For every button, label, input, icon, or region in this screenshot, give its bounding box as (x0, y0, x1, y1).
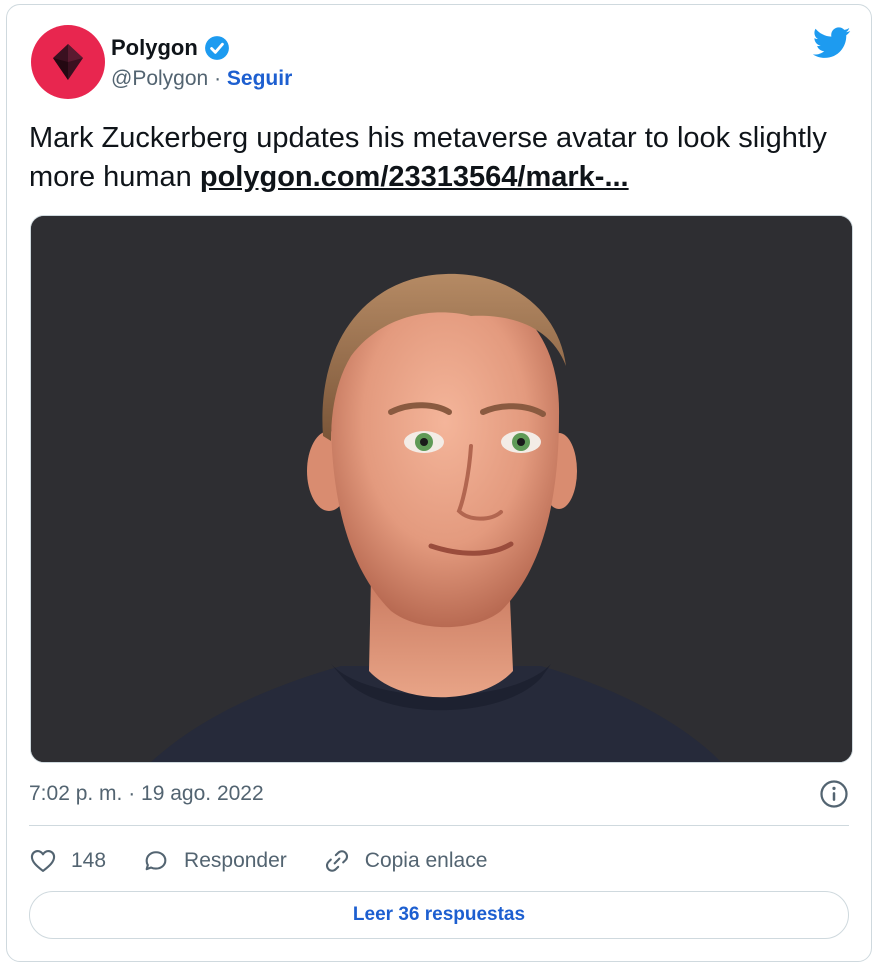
read-replies-button[interactable]: Leer 36 respuestas (29, 891, 849, 939)
tweet-link[interactable]: polygon.com/23313564/mark-... (200, 161, 629, 193)
author-handle[interactable]: @Polygon (111, 67, 208, 90)
polygon-logo-icon (53, 44, 83, 80)
reply-button[interactable]: Responder (142, 847, 287, 875)
link-icon (325, 850, 348, 872)
tweet-timestamp[interactable]: 7:02 p. m. · 19 ago. 2022 (29, 782, 264, 806)
tweet-card: Polygon @Polygon · Seguir Mark Zuckerber… (6, 4, 872, 962)
avatar-render-image (31, 216, 852, 762)
verified-badge-icon (204, 36, 229, 60)
handle-separator: · (214, 67, 222, 90)
speech-bubble-icon (145, 851, 167, 871)
author-name[interactable]: Polygon (111, 35, 198, 61)
twitter-bird-icon[interactable] (813, 27, 851, 59)
copy-link-label: Copia enlace (364, 849, 488, 872)
avatar[interactable] (31, 25, 105, 99)
divider (29, 825, 849, 826)
author-name-row: Polygon (111, 35, 230, 61)
author-handle-row: @Polygon · Seguir (111, 67, 292, 91)
like-button[interactable]: 148 (29, 847, 106, 875)
reply-label: Responder (184, 849, 287, 872)
tweet-text: Mark Zuckerberg updates his metaverse av… (29, 119, 849, 197)
info-icon[interactable] (819, 779, 849, 809)
like-count: 148 (71, 849, 107, 872)
follow-button[interactable]: Seguir (227, 67, 292, 90)
tweet-media-image[interactable] (30, 215, 853, 763)
heart-icon (30, 850, 56, 872)
tweet-actions: 148 Responder Copia enlace (29, 841, 523, 881)
copy-link-button[interactable]: Copia enlace (323, 847, 488, 875)
